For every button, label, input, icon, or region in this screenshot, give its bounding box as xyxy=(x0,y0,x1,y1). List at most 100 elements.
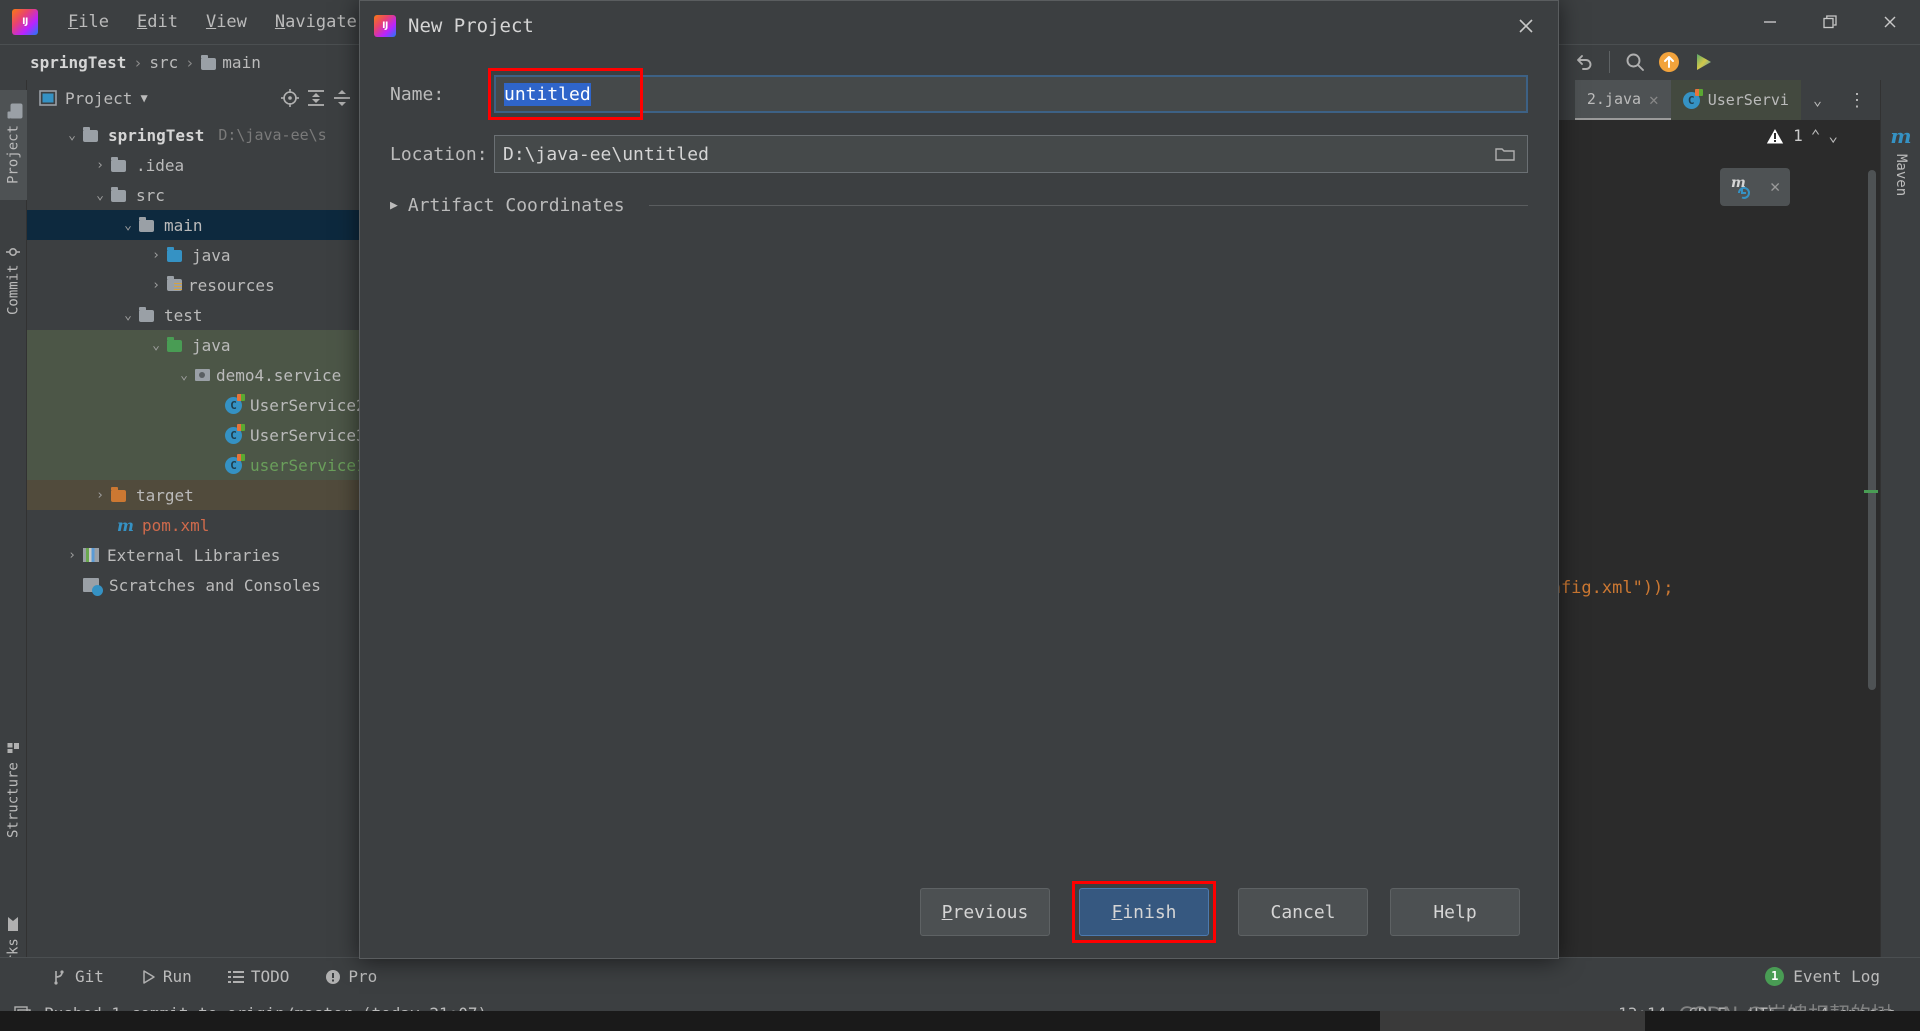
tree-item-main[interactable]: ⌄ main xyxy=(27,210,360,240)
tree-item-pom-xml[interactable]: m pom.xml xyxy=(27,510,360,540)
chevron-down-icon[interactable]: ⌄ xyxy=(145,338,167,353)
chevron-down-icon[interactable]: ⌄ xyxy=(117,308,139,323)
event-log-button[interactable]: 1 Event Log xyxy=(1765,957,1880,995)
chevron-down-icon[interactable]: ⌄ xyxy=(1801,91,1834,109)
menu-file[interactable]: FFileile xyxy=(54,8,123,36)
tree-item-test[interactable]: ⌄ test xyxy=(27,300,360,330)
collapse-all-icon[interactable] xyxy=(332,88,352,108)
project-location-value: D:\java-ee\untitled xyxy=(503,143,709,165)
tree-item-label: main xyxy=(164,215,203,235)
run-icon[interactable] xyxy=(1686,44,1720,80)
close-icon[interactable]: ✕ xyxy=(1649,90,1659,109)
chevron-right-icon[interactable]: › xyxy=(89,158,111,173)
restore-icon[interactable] xyxy=(1800,0,1860,44)
breadcrumb-item-main[interactable]: main xyxy=(201,53,261,72)
chevron-right-icon[interactable]: › xyxy=(145,248,167,263)
close-icon[interactable]: ✕ xyxy=(1770,177,1780,197)
toolwindow-label: Commit xyxy=(5,264,22,316)
chevron-right-icon[interactable]: › xyxy=(61,548,83,563)
chevron-right-icon[interactable]: › xyxy=(145,278,167,293)
toolwindow-button-git[interactable]: Git xyxy=(34,967,122,986)
tree-item-userService1[interactable]: C userService1 xyxy=(27,450,366,480)
editor-tab-label: UserServi xyxy=(1707,91,1789,109)
tree-item-resources[interactable]: › resources xyxy=(27,270,360,300)
package-icon xyxy=(195,369,210,381)
tree-item-idea[interactable]: › .idea xyxy=(27,150,360,180)
breadcrumb-item-src[interactable]: src xyxy=(149,53,178,72)
project-location-input[interactable]: D:\java-ee\untitled xyxy=(494,135,1528,173)
sidebar-item-commit[interactable]: Commit xyxy=(0,220,27,340)
menu-edit[interactable]: Edit xyxy=(123,8,192,36)
search-everywhere-icon[interactable] xyxy=(1618,44,1652,80)
project-tool-window: Project ▼ ⌄ springTest D:\java-ee\s › .i… xyxy=(27,80,366,957)
tree-item-springTest[interactable]: ⌄ springTest D:\java-ee\s xyxy=(27,120,360,150)
sidebar-item-structure[interactable]: Structure xyxy=(0,720,27,860)
tree-item-src[interactable]: ⌄ src xyxy=(27,180,360,210)
inspection-widget[interactable]: 1 ⌃ ⌄ xyxy=(1765,126,1838,145)
locate-icon[interactable] xyxy=(280,88,300,108)
tree-item-scratches-and-consoles[interactable]: Scratches and Consoles xyxy=(27,570,360,600)
right-tool-strip: m Maven xyxy=(1880,80,1920,957)
tree-item-demo4-service[interactable]: ⌄ demo4.service xyxy=(27,360,360,390)
editor-tab-2java[interactable]: 2.java ✕ xyxy=(1574,80,1671,120)
toolwindow-label: Structure xyxy=(5,762,22,838)
rollback-icon[interactable] xyxy=(1567,44,1601,80)
close-icon[interactable] xyxy=(1494,16,1558,36)
breadcrumb-item-springTest[interactable]: springTest xyxy=(30,53,126,72)
chevron-down-icon[interactable]: ⌄ xyxy=(117,218,139,233)
chevron-down-icon[interactable]: ⌄ xyxy=(173,368,195,383)
toolwindow-button-problems[interactable]: Pro xyxy=(307,967,395,986)
tree-item-label: java xyxy=(192,245,231,265)
tree-item-UserService2[interactable]: C UserService2 xyxy=(27,390,366,420)
sidebar-item-maven[interactable]: m Maven xyxy=(1881,90,1920,230)
previous-button[interactable]: Previous xyxy=(920,888,1050,936)
toolwindow-button-todo[interactable]: TODO xyxy=(210,967,308,986)
tree-item-test-java[interactable]: ⌄ java xyxy=(27,330,360,360)
project-name-input[interactable]: untitled xyxy=(494,75,1528,113)
chevron-right-icon[interactable]: › xyxy=(89,488,111,503)
editor-scrollbar[interactable] xyxy=(1868,170,1876,690)
folder-browse-icon[interactable] xyxy=(1495,146,1519,162)
os-taskbar-item[interactable] xyxy=(1380,1011,1645,1031)
chevron-down-icon[interactable]: ⌄ xyxy=(1828,126,1838,145)
tree-item-UserService3[interactable]: C UserService3 xyxy=(27,420,366,450)
maven-reload-icon[interactable]: m xyxy=(1730,174,1756,200)
project-location-label: Location: xyxy=(390,143,488,165)
project-name-row: Name: untitled xyxy=(360,68,1558,120)
editor-tab-UserServi[interactable]: C UserServi xyxy=(1670,80,1801,120)
close-icon[interactable] xyxy=(1860,0,1920,44)
sidebar-item-project[interactable]: Project xyxy=(0,90,27,200)
editor-tab-label: 2.java xyxy=(1586,90,1642,108)
minimize-icon[interactable] xyxy=(1740,0,1800,44)
window-controls xyxy=(1740,0,1920,44)
tree-item-main-java[interactable]: › java xyxy=(27,240,360,270)
chevron-up-icon[interactable]: ⌃ xyxy=(1811,126,1821,145)
finish-button[interactable]: Finish xyxy=(1079,888,1209,936)
test-source-root-icon xyxy=(167,337,182,352)
menu-navigate[interactable]: Navigate xyxy=(261,8,371,36)
more-vertical-icon[interactable]: ⋮ xyxy=(1834,90,1880,111)
chevron-down-icon[interactable]: ⌄ xyxy=(61,128,83,143)
tree-item-label: External Libraries xyxy=(107,545,281,565)
help-button[interactable]: Help xyxy=(1390,888,1520,936)
menu-view[interactable]: View xyxy=(192,8,261,36)
maven-reload-popup[interactable]: m ✕ xyxy=(1720,168,1791,206)
toolwindow-button-run[interactable]: Run xyxy=(122,967,210,986)
tree-item-label: UserService2 xyxy=(250,395,366,415)
updates-available-icon[interactable] xyxy=(1652,44,1686,80)
warning-triangle-icon xyxy=(1765,126,1785,145)
folder-icon xyxy=(111,157,126,172)
tree-item-external-libraries[interactable]: › External Libraries xyxy=(27,540,360,570)
artifact-coordinates-section[interactable]: ▶ Artifact Coordinates xyxy=(360,195,1558,216)
tree-item-label: Scratches and Consoles xyxy=(109,575,321,595)
cancel-button[interactable]: Cancel xyxy=(1238,888,1368,936)
intellij-idea-logo xyxy=(374,15,396,37)
tree-item-target[interactable]: › target xyxy=(27,480,360,510)
expand-all-icon[interactable] xyxy=(306,88,326,108)
project-tree: ⌄ springTest D:\java-ee\s › .idea ⌄ src … xyxy=(27,116,366,600)
tree-item-label: resources xyxy=(188,275,275,295)
chevron-down-icon[interactable]: ⌄ xyxy=(89,188,111,203)
project-folder-icon xyxy=(10,104,23,119)
chevron-down-icon[interactable]: ▼ xyxy=(140,91,147,105)
triangle-right-icon[interactable]: ▶ xyxy=(390,198,398,213)
